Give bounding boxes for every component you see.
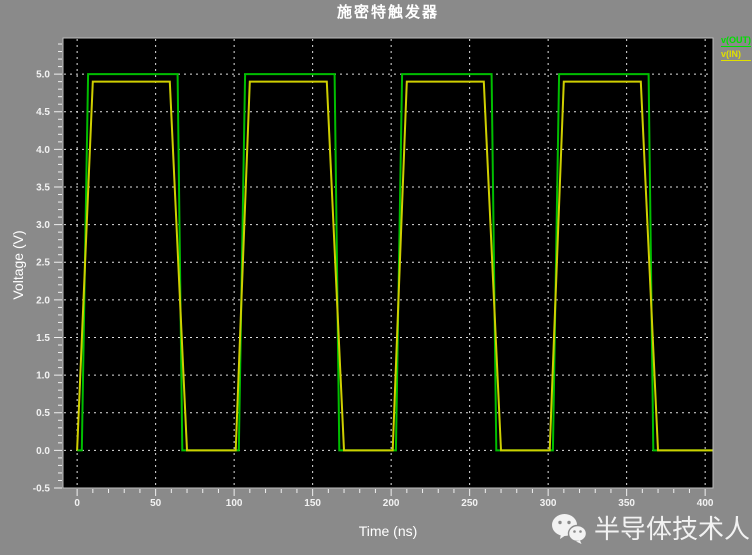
wechat-icon <box>551 514 587 544</box>
svg-text:0.0: 0.0 <box>36 446 50 457</box>
svg-text:4.5: 4.5 <box>36 107 50 118</box>
svg-text:5.0: 5.0 <box>36 70 50 81</box>
svg-text:-0.5: -0.5 <box>33 484 51 495</box>
svg-text:0.5: 0.5 <box>36 408 50 419</box>
watermark-text: 半导体技术人 <box>593 514 750 544</box>
svg-text:350: 350 <box>618 498 635 509</box>
svg-text:300: 300 <box>540 498 557 509</box>
legend-item-vout[interactable]: v(OUT) <box>721 35 751 47</box>
svg-text:50: 50 <box>150 498 162 509</box>
waveform-viewer-window: 施密特触发器 Voltage (V) 0 50 100 150 200 250 300 350… <box>0 0 752 555</box>
legend: v(OUT) v(IN) <box>721 35 751 63</box>
svg-text:400: 400 <box>697 498 714 509</box>
plot-area[interactable]: 0 50 100 150 200 250 300 350 400 -0.5 0.0 0.5 1.0 1.5… <box>0 0 752 555</box>
svg-text:4.0: 4.0 <box>36 145 50 156</box>
legend-item-vin[interactable]: v(IN) <box>721 49 751 61</box>
svg-text:3.0: 3.0 <box>36 220 50 231</box>
svg-text:0: 0 <box>74 498 80 509</box>
svg-text:1.5: 1.5 <box>36 333 50 344</box>
svg-text:2.5: 2.5 <box>36 258 50 269</box>
svg-text:200: 200 <box>383 498 400 509</box>
svg-text:2.0: 2.0 <box>36 295 50 306</box>
watermark: 半导体技术人 <box>551 513 750 545</box>
svg-text:150: 150 <box>304 498 321 509</box>
svg-text:100: 100 <box>226 498 243 509</box>
svg-text:1.0: 1.0 <box>36 371 50 382</box>
svg-text:250: 250 <box>461 498 478 509</box>
svg-text:3.5: 3.5 <box>36 182 50 193</box>
